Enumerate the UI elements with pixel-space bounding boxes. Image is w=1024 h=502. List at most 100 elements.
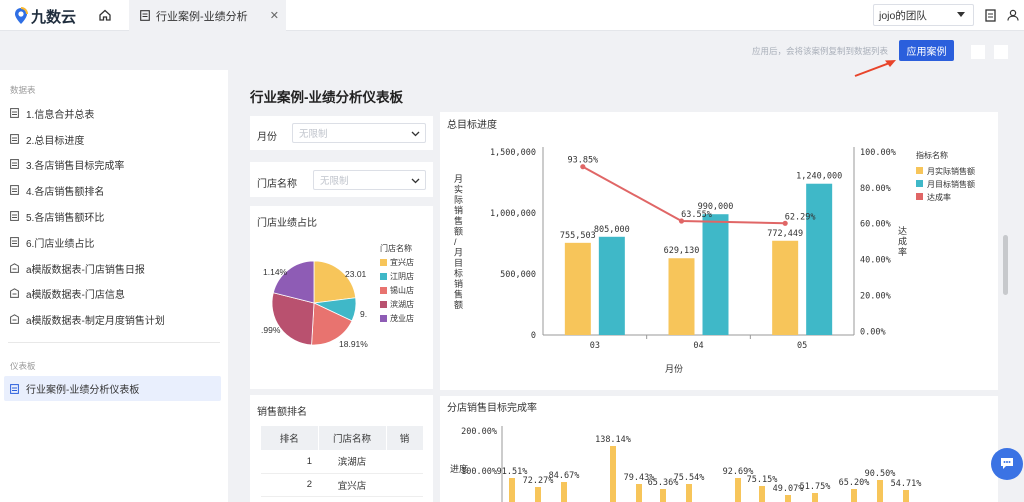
rate-bar[interactable]: [509, 478, 515, 502]
pie-chart-card: 门店业绩占比 23.01 9. 18.91% .99% 1.14% 门店名称 宜…: [250, 206, 433, 389]
bar-target-03[interactable]: [598, 236, 625, 335]
rate-bar[interactable]: [660, 489, 666, 502]
table-icon: [10, 211, 19, 221]
sidebar-item-7[interactable]: a模版数据表-门店销售日报: [10, 258, 145, 278]
chart-marks: 755,503805,000629,130990,000772,4491,240…: [560, 156, 842, 335]
document-icon[interactable]: [985, 9, 996, 22]
scrollbar[interactable]: [1003, 235, 1008, 295]
tab-dashboard[interactable]: 行业案例-业绩分析 ✕: [129, 0, 286, 31]
rank-col-store[interactable]: 门店名称: [318, 426, 387, 450]
top-bar: 九数云 行业案例-业绩分析 ✕ jojo的团队: [0, 0, 1024, 31]
bar-actual-03[interactable]: [564, 242, 591, 335]
app-logo[interactable]: 九数云: [14, 6, 76, 26]
rank-table: 排名 门店名称 销 1 滨湖店 2 宜兴店: [261, 426, 424, 497]
team-select[interactable]: jojo的团队: [873, 4, 974, 26]
sidebar-item-6[interactable]: 6.门店业绩占比: [10, 232, 94, 252]
table-icon: [10, 108, 19, 118]
pie-legend-item-2[interactable]: 江阴店: [380, 271, 414, 282]
rate-bar-label: 65.20%: [839, 478, 870, 488]
pie-legend-item-4[interactable]: 滨湖店: [380, 299, 414, 310]
y2-tick-label: 0.00%: [860, 327, 886, 337]
sidebar-item-dashboard[interactable]: 行业案例-业绩分析仪表板: [4, 376, 221, 401]
section-dashboards: 仪表板: [10, 361, 36, 371]
bar-actual-label: 629,130: [664, 246, 700, 256]
sidebar-item-5[interactable]: 5.各店销售额环比: [10, 206, 104, 226]
rate-bar-label: 90.50%: [865, 469, 896, 479]
rate-bar[interactable]: [561, 482, 567, 502]
database-icon: [10, 263, 19, 273]
sidebar-item-9[interactable]: a模版数据表-制定月度销售计划: [10, 309, 165, 329]
bar-target-05[interactable]: [806, 183, 833, 335]
pie-legend-item-5[interactable]: 茂业店: [380, 313, 414, 324]
rate-bar[interactable]: [903, 490, 909, 502]
layout-toggle-1[interactable]: [971, 45, 985, 59]
rate-bar[interactable]: [610, 446, 616, 502]
y2-tick-label: 100.00%: [860, 148, 896, 158]
rate-bar[interactable]: [535, 487, 541, 502]
rate-bar-label: 138.14%: [595, 435, 631, 445]
y2-tick-label: 80.00%: [860, 184, 891, 194]
filter-store-label: 门店名称: [257, 179, 297, 190]
toolbar: 应用后，会将该案例复制到数据列表 应用案例: [0, 32, 1024, 77]
dashboard-icon: [140, 10, 150, 21]
home-icon[interactable]: [98, 8, 112, 22]
filter-month-card: 月份 无限制: [250, 116, 433, 150]
sidebar-item-1[interactable]: 1.信息合并总表: [10, 103, 94, 123]
y-tick-label: 1,500,000: [490, 148, 536, 158]
rate-chart-title: 分店销售目标完成率: [447, 401, 537, 414]
bar-actual-05[interactable]: [772, 240, 799, 335]
bar-target-label: 805,000: [594, 225, 630, 235]
pie-legend-title: 门店名称: [380, 244, 412, 253]
rate-bar-label: 84.67%: [549, 471, 580, 481]
sidebar-item-8[interactable]: a模版数据表-门店信息: [10, 283, 125, 303]
logo-text: 九数云: [31, 8, 77, 26]
y-tick-label: 1,000,000: [490, 209, 536, 219]
bar-actual-label: 772,449: [767, 229, 803, 239]
rank-col-sales[interactable]: 销: [386, 426, 424, 450]
rate-y-tick: 200.00%: [461, 427, 497, 437]
y2-tick-label: 40.00%: [860, 256, 891, 266]
sidebar-item-2[interactable]: 2.总目标进度: [10, 129, 84, 149]
pie-legend-item-1[interactable]: 宜兴店: [380, 257, 414, 268]
apply-case-button[interactable]: 应用案例: [899, 40, 954, 61]
chevron-down-icon: [411, 178, 420, 184]
rate-bar[interactable]: [812, 493, 818, 502]
target-progress-chart: 总目标进度 1,500,000 1,000,000 500,000 0 100.00% 8…: [447, 118, 975, 374]
rate-bar[interactable]: [877, 480, 883, 502]
legend-rate: 达成率: [927, 192, 951, 202]
sidebar-item-4[interactable]: 4.各店销售额排名: [10, 180, 104, 200]
bar-actual-04[interactable]: [668, 258, 695, 335]
filter-month-label: 月份: [257, 132, 277, 143]
rate-label: 93.85%: [567, 156, 598, 166]
legend-actual: 月实际销售额: [927, 166, 975, 176]
sidebar-item-3[interactable]: 3.各店销售目标完成率: [10, 154, 124, 174]
x-tick-label: 05: [797, 341, 807, 351]
filter-month-select[interactable]: 无限制: [292, 123, 426, 143]
pie-label-2: 9.: [360, 309, 367, 319]
pie-legend-item-3[interactable]: 锡山店: [380, 285, 414, 296]
table-row: 2 宜兴店: [261, 473, 423, 497]
rate-bar[interactable]: [759, 486, 765, 502]
rate-bar[interactable]: [785, 495, 791, 502]
x-axis-label: 月份: [665, 363, 683, 374]
rate-bar-label: 51.75%: [800, 482, 831, 492]
rate-bar[interactable]: [686, 484, 692, 502]
close-icon[interactable]: ✕: [270, 9, 279, 22]
user-icon[interactable]: [1007, 9, 1019, 21]
legend-target: 月目标销售额: [927, 179, 975, 189]
pie-slice-1[interactable]: [313, 260, 357, 304]
layout-toggle-2[interactable]: [994, 45, 1008, 59]
rate-bar[interactable]: [851, 489, 857, 502]
chart-title: 总目标进度: [447, 118, 497, 131]
filter-store-select[interactable]: 无限制: [313, 170, 426, 190]
rate-bar[interactable]: [636, 484, 642, 502]
bar-actual-label: 755,503: [560, 231, 596, 241]
chat-support-button[interactable]: [991, 448, 1023, 480]
pie-label-1: 23.01: [345, 269, 367, 279]
rank-title: 销售额排名: [257, 407, 307, 418]
rank-card: 销售额排名 排名 门店名称 销 1 滨湖店 2 宜兴店: [250, 395, 433, 502]
rank-col-rank[interactable]: 排名: [261, 426, 319, 450]
rate-bar[interactable]: [735, 478, 741, 502]
bar-target-04[interactable]: [702, 214, 729, 335]
section-datasets: 数据表: [10, 85, 36, 95]
